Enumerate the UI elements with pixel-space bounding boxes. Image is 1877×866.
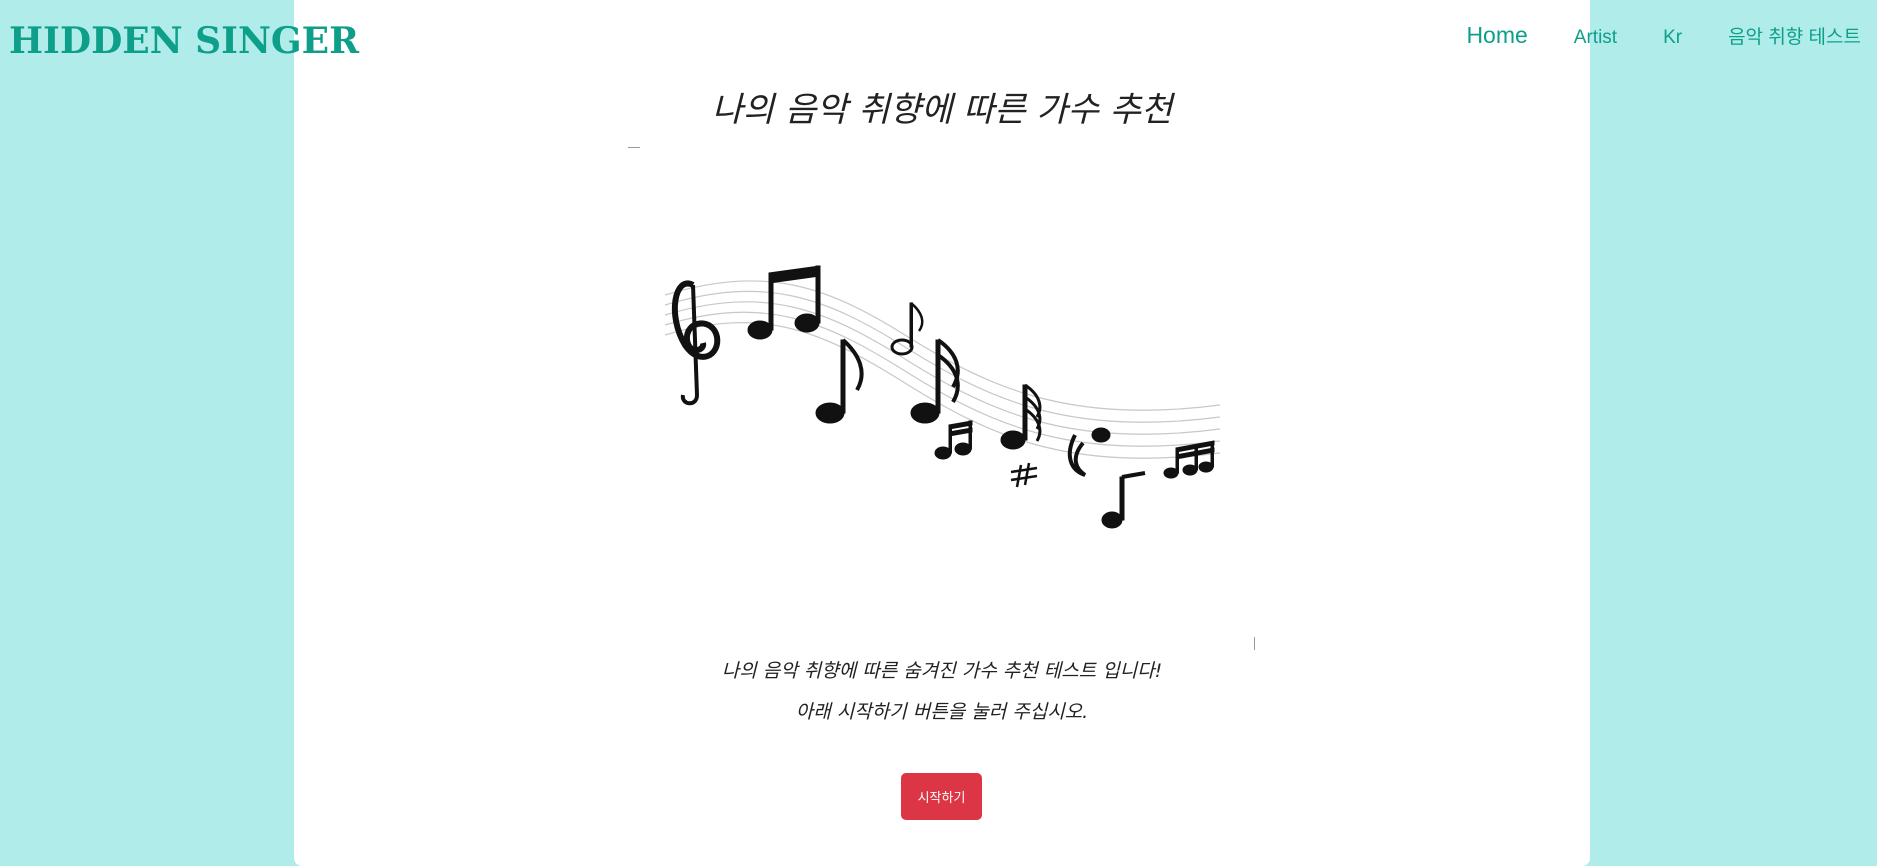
site-logo[interactable]: HIDDEN SINGER bbox=[9, 20, 359, 62]
description-line-2: 아래 시작하기 버튼을 눌러 주십시오. bbox=[795, 701, 1089, 723]
text-cursor bbox=[1254, 637, 1255, 650]
nav-kr-link[interactable]: Kr bbox=[1663, 27, 1682, 49]
top-nav: Home Artist Kr 음악 취향 테스트 bbox=[1420, 22, 1861, 49]
music-notes-staff-icon bbox=[664, 265, 1220, 529]
divider bbox=[628, 147, 640, 148]
description-line-1: 나의 음악 취향에 따른 숨겨진 가수 추천 테스트 입니다! bbox=[721, 660, 1163, 682]
nav-artist-link[interactable]: Artist bbox=[1574, 27, 1617, 49]
start-button[interactable]: 시작하기 bbox=[901, 773, 982, 820]
page-title: 나의 음악 취향에 따른 가수 추천 bbox=[711, 90, 1173, 130]
nav-music-test-link[interactable]: 음악 취향 테스트 bbox=[1728, 22, 1861, 49]
nav-home-link[interactable]: Home bbox=[1466, 22, 1527, 49]
